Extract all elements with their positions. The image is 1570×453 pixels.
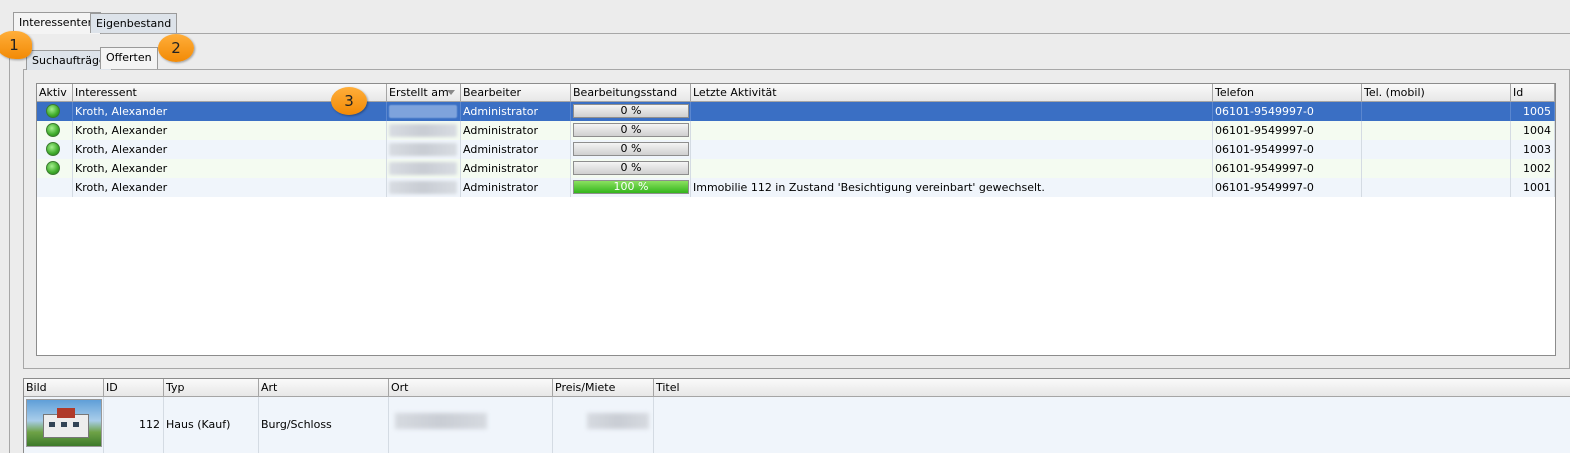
col-bild[interactable]: Bild bbox=[24, 379, 104, 396]
cell-letzte-aktivitaet bbox=[691, 102, 1213, 121]
cell-erstellt-am bbox=[387, 102, 461, 121]
progress-bar: 0 % bbox=[573, 161, 689, 175]
col-aktiv[interactable]: Aktiv bbox=[37, 84, 73, 101]
cell-telefon: 06101-9549997-0 bbox=[1213, 102, 1362, 121]
cell-letzte-aktivitaet: Immobilie 112 in Zustand 'Besichtigung v… bbox=[691, 178, 1213, 197]
annotation-badge-3: 3 bbox=[331, 87, 367, 115]
cell-id: 1005 bbox=[1511, 102, 1555, 121]
col-erstellt-am[interactable]: Erstellt am bbox=[387, 84, 461, 101]
cell-tel-mobil bbox=[1362, 178, 1511, 197]
active-status-icon bbox=[46, 161, 60, 175]
col-telefon[interactable]: Telefon bbox=[1213, 84, 1362, 101]
cell-aktiv bbox=[37, 121, 73, 140]
cell-id: 112 bbox=[104, 397, 164, 453]
property-table: Bild ID Typ Art Ort Preis/Miete Titel 11… bbox=[23, 378, 1570, 453]
cell-telefon: 06101-9549997-0 bbox=[1213, 178, 1362, 197]
cell-bearbeiter: Administrator bbox=[461, 121, 571, 140]
col-tel-mobil[interactable]: Tel. (mobil) bbox=[1362, 84, 1511, 101]
col-ort[interactable]: Ort bbox=[389, 379, 553, 396]
col-preis-miete[interactable]: Preis/Miete bbox=[553, 379, 654, 396]
cell-interessent: Kroth, Alexander bbox=[73, 159, 387, 178]
sort-descending-icon bbox=[447, 90, 455, 95]
cell-id: 1003 bbox=[1511, 140, 1555, 159]
col-bearbeitungsstand[interactable]: Bearbeitungsstand bbox=[571, 84, 691, 101]
cell-erstellt-am bbox=[387, 178, 461, 197]
cell-telefon: 06101-9549997-0 bbox=[1213, 121, 1362, 140]
cell-telefon: 06101-9549997-0 bbox=[1213, 140, 1362, 159]
cell-interessent: Kroth, Alexander bbox=[73, 140, 387, 159]
cell-tel-mobil bbox=[1362, 102, 1511, 121]
cell-ort bbox=[389, 397, 553, 453]
cell-letzte-aktivitaet bbox=[691, 121, 1213, 140]
progress-bar: 0 % bbox=[573, 104, 689, 118]
col-erstellt-am-label: Erstellt am bbox=[389, 86, 449, 99]
cell-tel-mobil bbox=[1362, 140, 1511, 159]
cell-art: Burg/Schloss bbox=[259, 397, 389, 453]
cell-bearbeitungsstand: 0 % bbox=[571, 102, 691, 121]
table-row[interactable]: Kroth, Alexander Administrator 0 % 06101… bbox=[37, 121, 1555, 140]
cell-preis-miete bbox=[553, 397, 654, 453]
table-row[interactable]: 112 Haus (Kauf) Burg/Schloss bbox=[24, 397, 1570, 453]
property-table-header: Bild ID Typ Art Ort Preis/Miete Titel bbox=[24, 379, 1570, 397]
cell-bearbeiter: Administrator bbox=[461, 140, 571, 159]
cell-bearbeiter: Administrator bbox=[461, 102, 571, 121]
col-id[interactable]: ID bbox=[104, 379, 164, 396]
active-status-icon bbox=[46, 123, 60, 137]
cell-tel-mobil bbox=[1362, 121, 1511, 140]
cell-aktiv bbox=[37, 140, 73, 159]
offers-table-header: Aktiv Interessent Erstellt am Bearbeiter… bbox=[37, 84, 1555, 102]
cell-bearbeiter: Administrator bbox=[461, 178, 571, 197]
progress-bar: 100 % bbox=[573, 180, 689, 194]
tab-offerten[interactable]: Offerten bbox=[100, 47, 158, 69]
tab-interessenten[interactable]: Interessenten bbox=[13, 12, 101, 34]
table-row[interactable]: Kroth, Alexander Administrator 0 % 06101… bbox=[37, 102, 1555, 121]
cell-id: 1004 bbox=[1511, 121, 1555, 140]
col-letzte-aktivitaet[interactable]: Letzte Aktivität bbox=[691, 84, 1213, 101]
col-typ[interactable]: Typ bbox=[164, 379, 259, 396]
cell-bearbeitungsstand: 0 % bbox=[571, 159, 691, 178]
cell-tel-mobil bbox=[1362, 159, 1511, 178]
cell-titel bbox=[654, 397, 1570, 453]
active-status-icon bbox=[46, 104, 60, 118]
table-row[interactable]: Kroth, Alexander Administrator 100 % Imm… bbox=[37, 178, 1555, 197]
offers-table: Aktiv Interessent Erstellt am Bearbeiter… bbox=[36, 83, 1556, 356]
tab-eigenbestand[interactable]: Eigenbestand bbox=[90, 13, 178, 33]
active-status-icon bbox=[46, 142, 60, 156]
progress-bar: 0 % bbox=[573, 123, 689, 137]
annotation-badge-2: 2 bbox=[158, 34, 194, 62]
col-id[interactable]: Id bbox=[1511, 84, 1555, 101]
table-row[interactable]: Kroth, Alexander Administrator 0 % 06101… bbox=[37, 159, 1555, 178]
cell-bild bbox=[24, 397, 104, 453]
cell-bearbeitungsstand: 100 % bbox=[571, 178, 691, 197]
cell-bearbeitungsstand: 0 % bbox=[571, 140, 691, 159]
cell-bearbeitungsstand: 0 % bbox=[571, 121, 691, 140]
table-row[interactable]: Kroth, Alexander Administrator 0 % 06101… bbox=[37, 140, 1555, 159]
cell-typ: Haus (Kauf) bbox=[164, 397, 259, 453]
cell-interessent: Kroth, Alexander bbox=[73, 178, 387, 197]
cell-interessent: Kroth, Alexander bbox=[73, 121, 387, 140]
cell-erstellt-am bbox=[387, 159, 461, 178]
cell-id: 1001 bbox=[1511, 178, 1555, 197]
annotation-badge-1: 1 bbox=[0, 31, 32, 59]
cell-erstellt-am bbox=[387, 121, 461, 140]
cell-bearbeiter: Administrator bbox=[461, 159, 571, 178]
col-titel[interactable]: Titel bbox=[654, 379, 1570, 396]
col-bearbeiter[interactable]: Bearbeiter bbox=[461, 84, 571, 101]
cell-id: 1002 bbox=[1511, 159, 1555, 178]
cell-aktiv bbox=[37, 102, 73, 121]
cell-letzte-aktivitaet bbox=[691, 140, 1213, 159]
col-art[interactable]: Art bbox=[259, 379, 389, 396]
cell-letzte-aktivitaet bbox=[691, 159, 1213, 178]
cell-telefon: 06101-9549997-0 bbox=[1213, 159, 1362, 178]
progress-bar: 0 % bbox=[573, 142, 689, 156]
cell-aktiv bbox=[37, 159, 73, 178]
cell-aktiv bbox=[37, 178, 73, 197]
cell-erstellt-am bbox=[387, 140, 461, 159]
tab-suchauftraege[interactable]: Suchaufträge bbox=[26, 50, 112, 70]
property-thumbnail bbox=[26, 399, 102, 447]
